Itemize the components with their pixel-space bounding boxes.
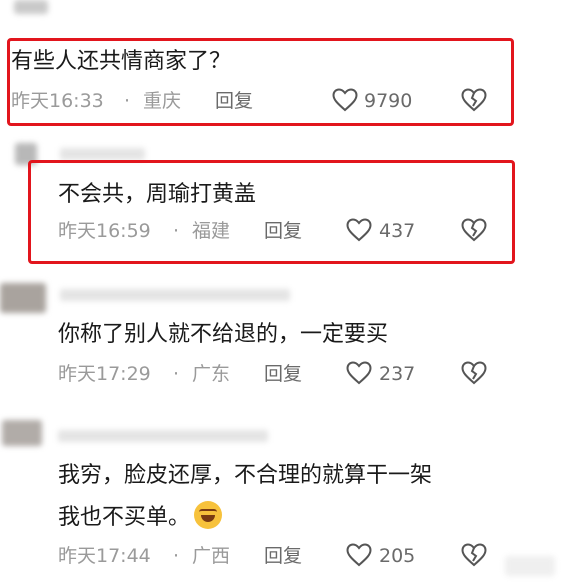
- heart-outline-icon[interactable]: [346, 361, 372, 385]
- highlight-box-2: [28, 160, 515, 264]
- meta-separator: ·: [124, 90, 131, 112]
- broken-heart-icon[interactable]: [461, 88, 487, 112]
- like-count: 437: [379, 220, 416, 242]
- like-count: 9790: [364, 90, 413, 112]
- heart-outline-icon[interactable]: [332, 88, 358, 112]
- reply-button[interactable]: 回复: [264, 544, 302, 568]
- watermark: [505, 556, 555, 576]
- reply-button[interactable]: 回复: [264, 219, 302, 243]
- broken-heart-icon[interactable]: [461, 218, 487, 242]
- comment-text: 你称了别人就不给退的，一定要买: [58, 322, 389, 347]
- comment-location: 重庆: [143, 90, 182, 112]
- comment-location: 广东: [192, 363, 231, 385]
- reply-button[interactable]: 回复: [264, 362, 302, 386]
- heart-outline-icon[interactable]: [346, 218, 372, 242]
- comment-text-line-2-text: 我也不买单。: [58, 505, 191, 530]
- comment-text: 不会共，周瑜打黄盖: [58, 182, 257, 207]
- comment-text-line-1: 我穷，脸皮还厚，不合理的就算干一架: [58, 463, 433, 488]
- comment-time: 昨天17:29: [58, 363, 151, 385]
- like-count: 237: [379, 363, 416, 385]
- comment-text: 有些人还共情商家了？: [11, 49, 232, 74]
- reply-button[interactable]: 回复: [215, 89, 253, 113]
- avatar[interactable]: [14, 0, 48, 14]
- username[interactable]: [60, 289, 290, 301]
- meta-separator: ·: [173, 220, 180, 242]
- comment-time: 昨天16:59: [58, 220, 151, 242]
- comment-time: 昨天16:33: [11, 90, 104, 112]
- avatar[interactable]: [0, 283, 46, 313]
- comment-text-line-2: 我也不买单。: [58, 501, 223, 533]
- comment-location: 广西: [192, 545, 231, 567]
- broken-heart-icon[interactable]: [461, 361, 487, 385]
- laughing-emoji-icon: [194, 501, 223, 529]
- meta-separator: ·: [173, 363, 180, 385]
- heart-outline-icon[interactable]: [346, 543, 372, 567]
- username[interactable]: [58, 430, 268, 442]
- comment-location: 福建: [192, 220, 231, 242]
- avatar[interactable]: [2, 420, 42, 446]
- meta-separator: ·: [173, 545, 180, 567]
- username[interactable]: [60, 148, 145, 160]
- comment-time: 昨天17:44: [58, 545, 151, 567]
- like-count: 205: [379, 545, 416, 567]
- broken-heart-icon[interactable]: [461, 543, 487, 567]
